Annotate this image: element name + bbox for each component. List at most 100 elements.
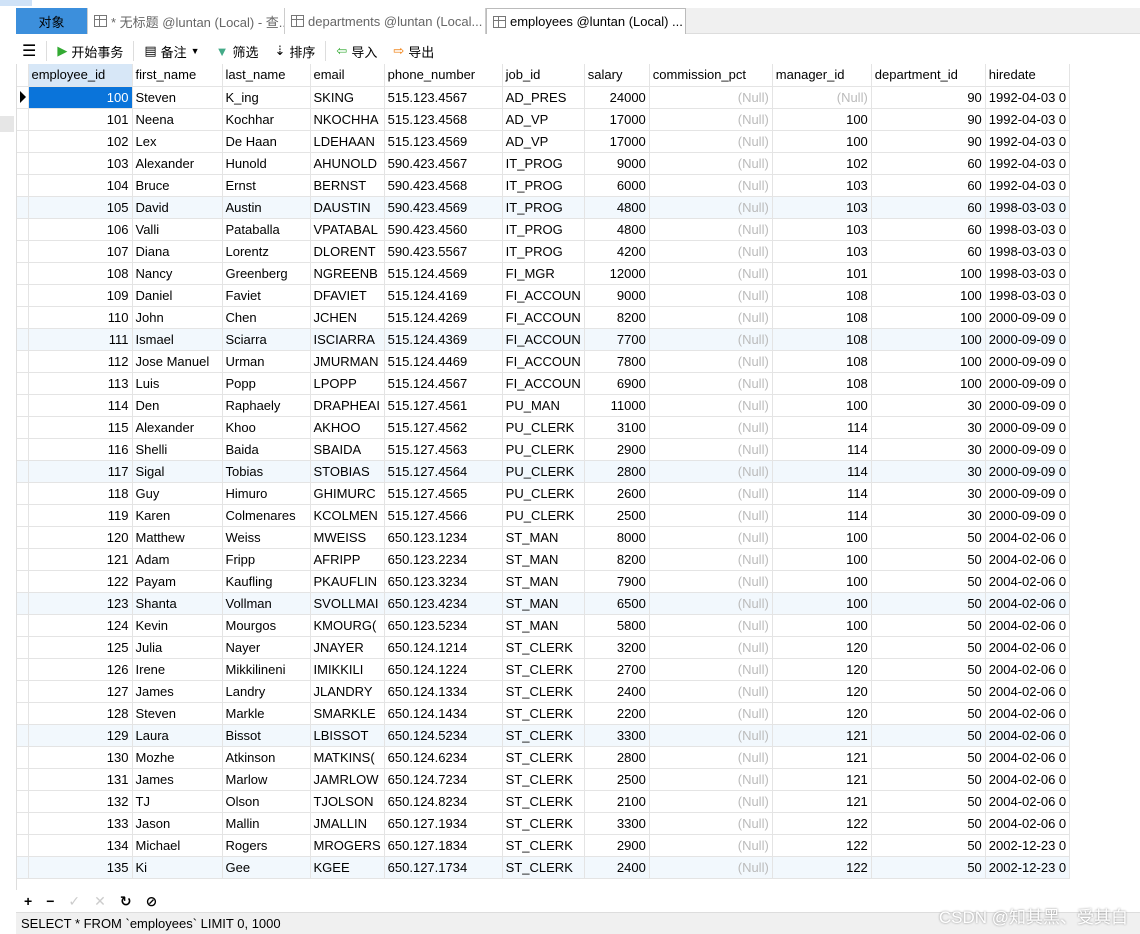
cell-employee-id[interactable]: 129 xyxy=(28,724,133,747)
cell-last-name[interactable]: K_ing xyxy=(222,86,311,109)
cell-hiredate[interactable]: 2000-09-09 0 xyxy=(985,438,1071,461)
table-row[interactable]: 108 Nancy Greenberg NGREENB 515.124.4569 FI_M… xyxy=(17,262,1071,285)
row-indicator[interactable] xyxy=(17,328,29,351)
cell-email[interactable]: AKHOO xyxy=(310,416,385,439)
cell-employee-id[interactable]: 122 xyxy=(28,570,133,593)
table-row[interactable]: 132 TJ Olson TJOLSON 650.124.8234 ST_CLERK 210… xyxy=(17,790,1071,813)
cell-job-id[interactable]: ST_MAN xyxy=(502,570,585,593)
cell-last-name[interactable]: Atkinson xyxy=(222,746,311,769)
cell-phone-number[interactable]: 515.127.4562 xyxy=(384,416,503,439)
cell-hiredate[interactable]: 2000-09-09 0 xyxy=(985,460,1071,483)
cell-employee-id[interactable]: 113 xyxy=(28,372,133,395)
cell-manager-id[interactable]: 122 xyxy=(772,812,872,835)
cell-manager-id[interactable]: 114 xyxy=(772,438,872,461)
table-row[interactable]: 124 Kevin Mourgos KMOURG(650.123.5234 ST_MAN… xyxy=(17,614,1071,637)
row-indicator[interactable] xyxy=(17,152,29,175)
cell-last-name[interactable]: Ernst xyxy=(222,174,311,197)
cell-phone-number[interactable]: 650.124.7234 xyxy=(384,768,503,791)
cell-commission-pct[interactable]: (Null) xyxy=(649,394,773,417)
cell-last-name[interactable]: Sciarra xyxy=(222,328,311,351)
cell-phone-number[interactable]: 650.127.1834 xyxy=(384,834,503,857)
table-row[interactable]: 101 Neena Kochhar NKOCHHA 515.123.4568 AD_VP 1… xyxy=(17,108,1071,131)
cell-first-name[interactable]: Steven xyxy=(132,86,223,109)
cell-commission-pct[interactable]: (Null) xyxy=(649,812,773,835)
column-header-salary[interactable]: salary xyxy=(584,64,650,87)
cell-first-name[interactable]: Lex xyxy=(132,130,223,153)
cell-salary[interactable]: 2500 xyxy=(584,504,650,527)
cell-phone-number[interactable]: 650.124.6234 xyxy=(384,746,503,769)
cell-last-name[interactable]: Kaufling xyxy=(222,570,311,593)
cell-department-id[interactable]: 50 xyxy=(871,746,986,769)
cell-job-id[interactable]: ST_CLERK xyxy=(502,658,585,681)
cell-first-name[interactable]: James xyxy=(132,768,223,791)
cell-first-name[interactable]: TJ xyxy=(132,790,223,813)
table-row[interactable]: 109 Daniel Faviet DFAVIET 515.124.4169 FI_ACC… xyxy=(17,284,1071,307)
cell-last-name[interactable]: Pataballa xyxy=(222,218,311,241)
cell-job-id[interactable]: PU_CLERK xyxy=(502,482,585,505)
row-indicator[interactable] xyxy=(17,504,29,527)
cell-hiredate[interactable]: 2000-09-09 0 xyxy=(985,328,1071,351)
column-header-employee-id[interactable]: employee_id xyxy=(28,64,133,87)
cell-department-id[interactable]: 50 xyxy=(871,592,986,615)
cell-job-id[interactable]: PU_CLERK xyxy=(502,460,585,483)
cell-first-name[interactable]: Shanta xyxy=(132,592,223,615)
cell-department-id[interactable]: 30 xyxy=(871,394,986,417)
cell-last-name[interactable]: Mikkilineni xyxy=(222,658,311,681)
cell-commission-pct[interactable]: (Null) xyxy=(649,218,773,241)
cell-job-id[interactable]: ST_CLERK xyxy=(502,790,585,813)
cell-hiredate[interactable]: 2000-09-09 0 xyxy=(985,482,1071,505)
cell-manager-id[interactable]: 100 xyxy=(772,570,872,593)
cell-email[interactable]: PKAUFLIN xyxy=(310,570,385,593)
row-indicator[interactable] xyxy=(17,240,29,263)
cell-email[interactable]: SMARKLE xyxy=(310,702,385,725)
row-indicator[interactable] xyxy=(17,284,29,307)
cell-first-name[interactable]: Den xyxy=(132,394,223,417)
row-indicator[interactable] xyxy=(17,86,29,109)
cell-email[interactable]: LBISSOT xyxy=(310,724,385,747)
cell-email[interactable]: DFAVIET xyxy=(310,284,385,307)
cell-last-name[interactable]: Olson xyxy=(222,790,311,813)
cell-email[interactable]: NKOCHHA xyxy=(310,108,385,131)
cell-commission-pct[interactable]: (Null) xyxy=(649,834,773,857)
cell-manager-id[interactable]: 121 xyxy=(772,724,872,747)
cell-email[interactable]: MROGERS xyxy=(310,834,385,857)
cell-manager-id[interactable]: 101 xyxy=(772,262,872,285)
column-header-last-name[interactable]: last_name xyxy=(222,64,311,87)
cell-employee-id[interactable]: 104 xyxy=(28,174,133,197)
tab-untitled-query[interactable]: * 无标题 @luntan (Local) - 查... xyxy=(88,8,285,34)
table-row[interactable]: 114 Den Raphaely DRAPHEAI 515.127.4561 PU_MAN… xyxy=(17,394,1071,417)
cell-first-name[interactable]: Nancy xyxy=(132,262,223,285)
cell-email[interactable]: SBAIDA xyxy=(310,438,385,461)
cell-job-id[interactable]: FI_MGR xyxy=(502,262,585,285)
cell-phone-number[interactable]: 590.423.4568 xyxy=(384,174,503,197)
cell-last-name[interactable]: Rogers xyxy=(222,834,311,857)
cell-commission-pct[interactable]: (Null) xyxy=(649,240,773,263)
cell-department-id[interactable]: 50 xyxy=(871,812,986,835)
cell-salary[interactable]: 7900 xyxy=(584,570,650,593)
cell-email[interactable]: KMOURG( xyxy=(310,614,385,637)
cell-last-name[interactable]: Kochhar xyxy=(222,108,311,131)
table-row[interactable]: 105 David Austin DAUSTIN 590.423.4569 IT_PROG… xyxy=(17,196,1071,219)
cell-employee-id[interactable]: 124 xyxy=(28,614,133,637)
cell-manager-id[interactable]: 108 xyxy=(772,284,872,307)
cell-phone-number[interactable]: 650.124.1334 xyxy=(384,680,503,703)
cell-phone-number[interactable]: 650.124.1224 xyxy=(384,658,503,681)
cell-first-name[interactable]: Laura xyxy=(132,724,223,747)
cell-email[interactable]: JNAYER xyxy=(310,636,385,659)
cell-phone-number[interactable]: 515.127.4565 xyxy=(384,482,503,505)
cell-manager-id[interactable]: 122 xyxy=(772,834,872,857)
cell-commission-pct[interactable]: (Null) xyxy=(649,526,773,549)
cell-salary[interactable]: 2800 xyxy=(584,460,650,483)
cell-first-name[interactable]: Ki xyxy=(132,856,223,879)
cell-salary[interactable]: 2500 xyxy=(584,768,650,791)
tab-departments[interactable]: departments @luntan (Local... xyxy=(285,8,486,34)
cell-last-name[interactable]: Himuro xyxy=(222,482,311,505)
cell-job-id[interactable]: AD_VP xyxy=(502,130,585,153)
cell-job-id[interactable]: FI_ACCOUN xyxy=(502,328,585,351)
cell-department-id[interactable]: 100 xyxy=(871,284,986,307)
cell-employee-id[interactable]: 101 xyxy=(28,108,133,131)
row-indicator[interactable] xyxy=(17,350,29,373)
cell-phone-number[interactable]: 515.124.4469 xyxy=(384,350,503,373)
cell-commission-pct[interactable]: (Null) xyxy=(649,636,773,659)
cell-last-name[interactable]: Gee xyxy=(222,856,311,879)
